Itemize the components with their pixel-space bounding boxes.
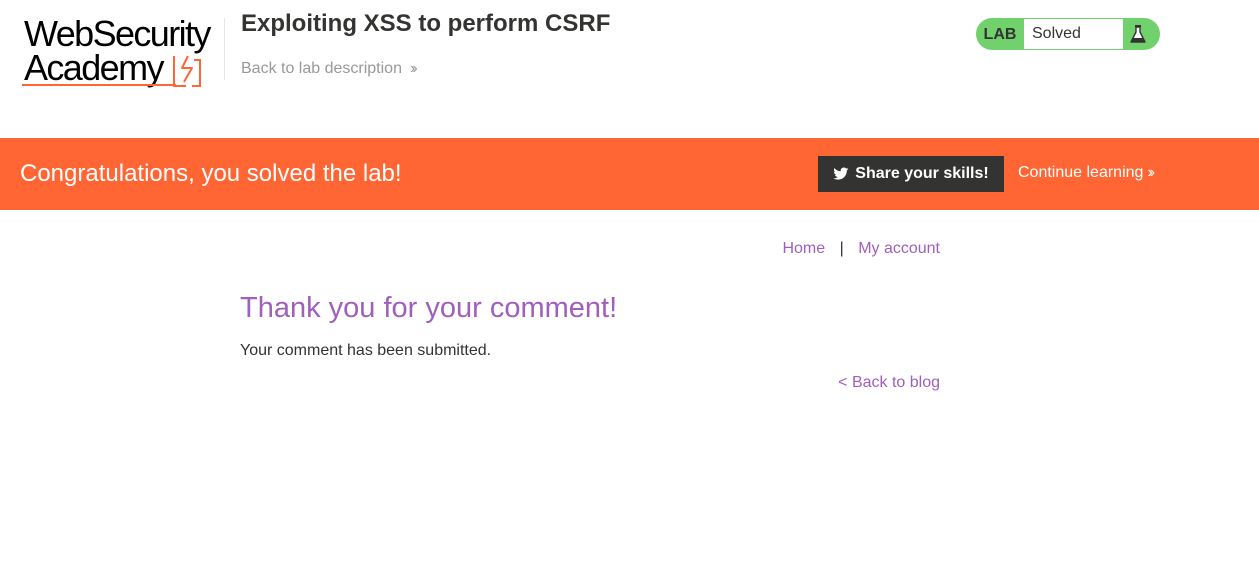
page-title: Thank you for your comment! — [240, 292, 618, 324]
share-your-skills-button[interactable]: Share your skills! — [818, 156, 1004, 192]
logo-text-line2: Academy — [24, 47, 164, 88]
double-chevron-right-icon: ›› — [1147, 164, 1154, 181]
nav-separator: | — [839, 240, 844, 257]
lightning-bolt-icon — [173, 55, 201, 87]
header-divider — [224, 18, 225, 80]
lab-title: Exploiting XSS to perform CSRF — [241, 10, 611, 37]
back-to-lab-description-label: Back to lab description — [241, 60, 402, 77]
back-to-blog-link[interactable]: < Back to blog — [838, 374, 940, 391]
top-navigation: Home | My account — [240, 240, 940, 258]
continue-learning-label: Continue learning — [1018, 164, 1144, 181]
web-security-academy-logo[interactable]: WebSecurity Academy — [22, 14, 222, 90]
nav-home-link[interactable]: Home — [782, 240, 825, 257]
congratulations-message: Congratulations, you solved the lab! — [20, 160, 402, 187]
continue-learning-link[interactable]: Continue learning ›› — [1018, 164, 1155, 182]
lab-tag: LAB — [983, 26, 1017, 43]
lab-status-widget: LAB Solved — [976, 18, 1160, 50]
nav-my-account-link[interactable]: My account — [858, 240, 940, 257]
back-to-lab-description-link[interactable]: Back to lab description ›› — [241, 60, 417, 78]
lab-status-value: Solved — [1024, 19, 1123, 49]
flask-icon — [1130, 25, 1146, 43]
congratulations-banner: Congratulations, you solved the lab! Sha… — [0, 138, 1259, 210]
logo-underline — [22, 84, 176, 86]
back-to-blog-container: < Back to blog — [240, 374, 940, 392]
page-header: WebSecurity Academy Exploiting XSS to pe… — [0, 0, 1259, 138]
share-your-skills-label: Share your skills! — [855, 165, 989, 182]
comment-submitted-message: Your comment has been submitted. — [240, 342, 492, 359]
twitter-icon — [833, 167, 849, 180]
double-chevron-right-icon: ›› — [409, 60, 417, 77]
